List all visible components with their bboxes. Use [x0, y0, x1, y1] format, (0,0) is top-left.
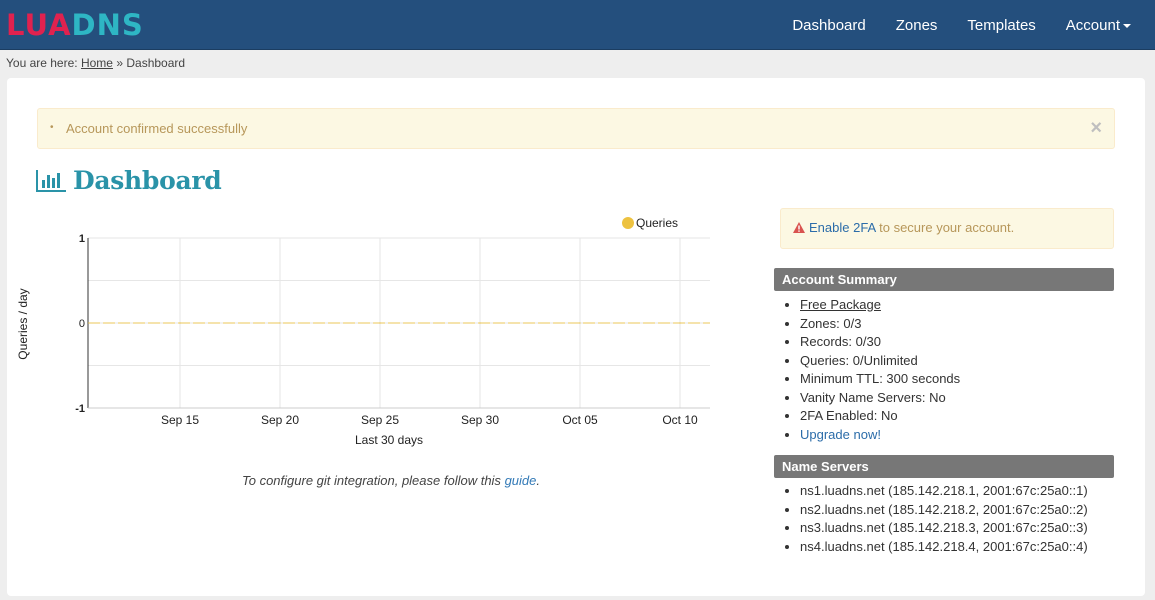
enable-2fa-alert: Enable 2FA to secure your account.	[780, 208, 1114, 249]
y-tick-label: 0	[79, 318, 85, 330]
nav-templates[interactable]: Templates	[967, 17, 1035, 34]
y-tick-label: -1	[75, 403, 85, 415]
list-item: ns2.luadns.net (185.142.218.2, 2001:67c:…	[800, 501, 1088, 520]
page-title: Dashboard	[73, 166, 222, 195]
x-tick-label: Sep 25	[361, 413, 399, 427]
data-point	[479, 322, 481, 324]
data-point	[279, 322, 281, 324]
list-item: Minimum TTL: 300 seconds	[800, 370, 960, 389]
breadcrumb-separator: »	[116, 56, 124, 70]
chart-series	[88, 322, 710, 324]
luadns-logo[interactable]: LUA DNS	[6, 9, 144, 41]
list-item: ns1.luadns.net (185.142.218.1, 2001:67c:…	[800, 482, 1088, 501]
list-item: Upgrade now!	[800, 426, 960, 445]
list-item: Records: 0/30	[800, 333, 960, 352]
git-note-prefix: To configure git integration, please fol…	[241, 473, 505, 488]
data-point	[179, 322, 181, 324]
warning-icon	[793, 222, 805, 233]
nav-zones[interactable]: Zones	[896, 17, 938, 34]
name-servers-list: ns1.luadns.net (185.142.218.1, 2001:67c:…	[800, 482, 1088, 556]
chart-x-ticks: Sep 15 Sep 20 Sep 25 Sep 30 Oct 05 Oct 10	[161, 413, 698, 427]
x-tick-label: Sep 15	[161, 413, 199, 427]
list-item: Free Package	[800, 296, 960, 315]
list-item: ns3.luadns.net (185.142.218.3, 2001:67c:…	[800, 519, 1088, 538]
git-note-suffix: .	[536, 473, 540, 488]
list-item: ns4.luadns.net (185.142.218.4, 2001:67c:…	[800, 538, 1088, 557]
chart-x-axis-label: Last 30 days	[355, 433, 423, 447]
logo-lua: LUA	[6, 8, 72, 42]
alert-close-button[interactable]: ×	[1090, 117, 1102, 140]
git-guide-link[interactable]: guide	[505, 473, 537, 488]
success-alert: • Account confirmed successfully ×	[37, 108, 1115, 149]
nav-dashboard[interactable]: Dashboard	[792, 17, 865, 34]
breadcrumb-prefix: You are here:	[6, 56, 78, 70]
free-package-link[interactable]: Free Package	[800, 297, 881, 312]
legend-swatch-queries	[622, 217, 634, 229]
x-tick-label: Sep 20	[261, 413, 299, 427]
logo-dns: DNS	[71, 8, 144, 42]
enable-2fa-link[interactable]: Enable 2FA	[809, 220, 876, 235]
nav-account-label: Account	[1065, 16, 1120, 34]
account-summary-header: Account Summary	[774, 268, 1114, 291]
data-point	[579, 322, 581, 324]
x-tick-label: Oct 05	[562, 413, 598, 427]
page-heading: Dashboard	[36, 166, 222, 195]
data-point	[379, 322, 381, 324]
y-tick-label: 1	[79, 233, 85, 245]
account-summary-list: Free Package Zones: 0/3 Records: 0/30 Qu…	[800, 296, 960, 444]
main-nav: Dashboard Zones Templates Account	[762, 0, 1131, 50]
x-tick-label: Oct 10	[662, 413, 698, 427]
list-item: Vanity Name Servers: No	[800, 389, 960, 408]
enable-2fa-text: to secure your account.	[875, 220, 1015, 235]
bar-chart-icon	[36, 169, 66, 192]
git-integration-note: To configure git integration, please fol…	[7, 473, 775, 488]
list-item: Queries: 0/Unlimited	[800, 352, 960, 371]
alert-message: Account confirmed successfully	[66, 121, 248, 136]
list-item: 2FA Enabled: No	[800, 407, 960, 426]
breadcrumb-home-link[interactable]: Home	[81, 56, 113, 70]
nav-account-dropdown[interactable]: Account	[1066, 17, 1131, 34]
alert-bullet: •	[50, 122, 54, 133]
queries-chart: 1 0 -1 Sep 15 Sep 20 Sep 25 Sep 30 Oct 05 Oct 1…	[17, 216, 710, 447]
breadcrumb: You are here: Home » Dashboard	[6, 56, 185, 70]
breadcrumb-current: Dashboard	[126, 56, 186, 70]
chart-y-ticks: 1 0 -1	[75, 233, 85, 415]
main-panel: • Account confirmed successfully × Dashb…	[7, 78, 1145, 596]
name-servers-header: Name Servers	[774, 455, 1114, 478]
caret-down-icon	[1123, 23, 1131, 28]
top-navbar: LUA DNS Dashboard Zones Templates Account	[0, 0, 1155, 50]
x-tick-label: Sep 30	[461, 413, 499, 427]
data-point	[679, 322, 681, 324]
chart-legend: Queries	[622, 216, 678, 230]
legend-label-queries: Queries	[636, 216, 678, 230]
chart-y-axis-label: Queries / day	[17, 288, 30, 359]
upgrade-now-link[interactable]: Upgrade now!	[800, 427, 881, 442]
list-item: Zones: 0/3	[800, 315, 960, 334]
